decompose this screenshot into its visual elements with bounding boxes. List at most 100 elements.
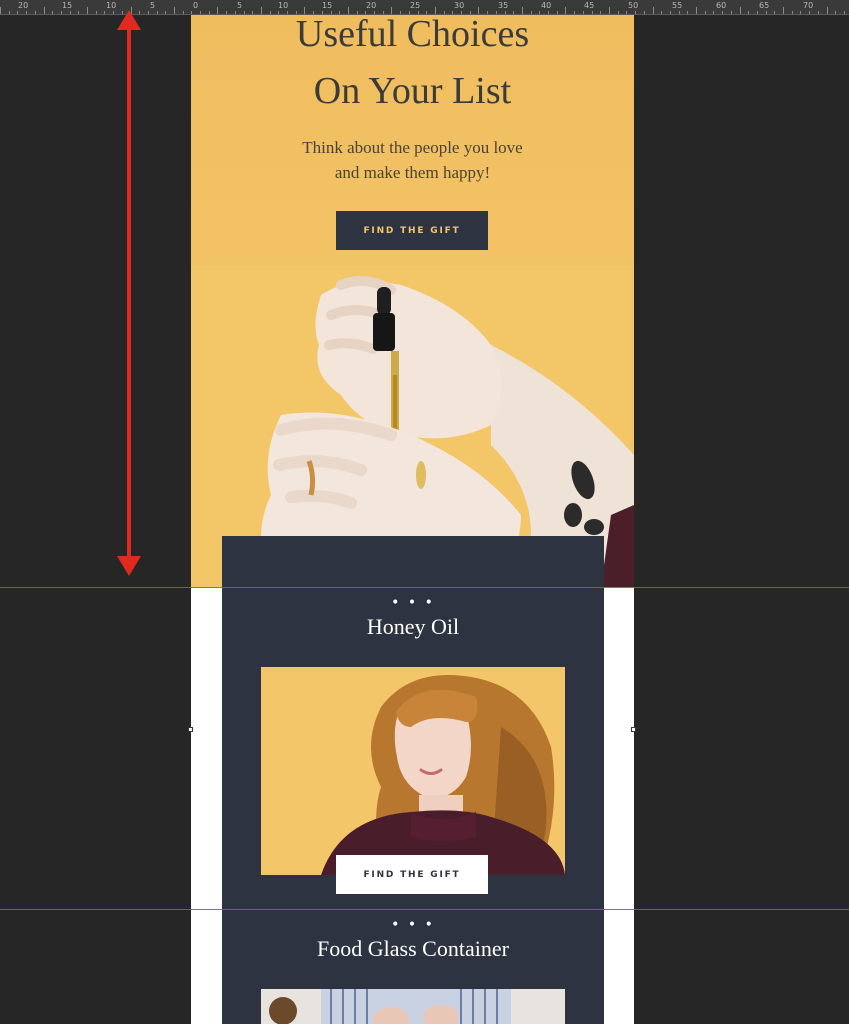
ruler-tick [809, 11, 810, 14]
ruler-tick [783, 7, 784, 14]
honey-oil-product-photo [261, 667, 565, 875]
product-divider-dots: • • • [391, 595, 435, 611]
ruler-tick [418, 11, 419, 14]
ruler-tick [35, 11, 36, 14]
ruler-tick [557, 11, 558, 14]
ruler-tick [78, 11, 79, 14]
ruler-tick [304, 7, 305, 14]
email-canvas[interactable]: Useful Choices On Your List Think about … [191, 15, 634, 1024]
ruler-tick [609, 7, 610, 14]
ruler-tick [400, 11, 401, 14]
ruler-tick [574, 11, 575, 14]
ruler-label: 20 [18, 1, 29, 10]
hero-title-line2: On Your List [313, 70, 512, 112]
ruler-tick [740, 7, 741, 14]
ruler-tick [9, 11, 10, 14]
ruler-label: 70 [803, 1, 814, 10]
ruler-tick [635, 11, 636, 14]
ruler-tick [696, 7, 697, 14]
ruler-label: 50 [628, 1, 639, 10]
ruler-tick [296, 11, 297, 14]
ruler-label: 25 [410, 1, 421, 10]
ruler-tick [592, 11, 593, 14]
ruler-label: 5 [150, 1, 156, 10]
ruler-tick [818, 11, 819, 14]
ruler-tick [17, 11, 18, 14]
ruler-tick [774, 11, 775, 14]
ruler-tick [487, 11, 488, 14]
hero-subtitle-line2: and make them happy! [334, 163, 491, 182]
ruler-label: 55 [672, 1, 683, 10]
resize-handle-left[interactable] [188, 727, 193, 732]
ruler-tick [331, 11, 332, 14]
ruler-tick [87, 7, 88, 14]
ruler-tick [722, 11, 723, 14]
ruler-tick [539, 11, 540, 14]
ruler-tick [339, 11, 340, 14]
horizontal-guide[interactable] [0, 587, 849, 588]
ruler-tick [365, 11, 366, 14]
ruler-tick [565, 7, 566, 14]
ruler-tick [44, 7, 45, 14]
ruler-tick [713, 11, 714, 14]
ruler-tick [61, 11, 62, 14]
ruler-tick [600, 11, 601, 14]
ruler-tick [522, 7, 523, 14]
ruler-tick [270, 11, 271, 14]
ruler-tick [748, 11, 749, 14]
ruler-label: 15 [62, 1, 73, 10]
ruler-tick [626, 11, 627, 14]
ruler-tick [548, 11, 549, 14]
ruler-tick [705, 11, 706, 14]
ruler-tick [827, 7, 828, 14]
ruler-label: 30 [454, 1, 465, 10]
ruler-tick [478, 7, 479, 14]
ruler-tick [209, 11, 210, 14]
ruler-tick [470, 11, 471, 14]
ruler-label: 15 [322, 1, 333, 10]
product-title-honey-oil: Honey Oil [366, 614, 460, 639]
ruler-tick [444, 11, 445, 14]
ruler-tick [766, 11, 767, 14]
ruler-label: 0 [193, 1, 199, 10]
ruler-tick [757, 11, 758, 14]
hero-subtitle-line1: Think about the people you love [302, 138, 523, 157]
ruler-tick [148, 11, 149, 14]
ruler-tick [191, 11, 192, 14]
ruler-label: 65 [759, 1, 770, 10]
ruler-tick [409, 11, 410, 14]
ruler-tick [165, 11, 166, 14]
ruler-tick [235, 11, 236, 14]
resize-handle-right[interactable] [631, 727, 636, 732]
ruler-tick [583, 11, 584, 14]
ruler-tick [200, 11, 201, 14]
ruler-label: 20 [366, 1, 377, 10]
ruler-tick [157, 11, 158, 14]
ruler-tick [226, 11, 227, 14]
ruler-tick [174, 7, 175, 14]
ruler-tick [52, 11, 53, 14]
ruler-tick [391, 7, 392, 14]
ruler-label: 40 [541, 1, 552, 10]
ruler-label: 5 [237, 1, 243, 10]
ruler-tick [661, 11, 662, 14]
ruler-tick [0, 7, 1, 14]
product-find-gift-button[interactable]: FIND THE GIFT [336, 855, 488, 894]
ruler-tick [183, 11, 184, 14]
ruler-tick [322, 11, 323, 14]
food-glass-container-photo [261, 989, 565, 1024]
ruler-tick [792, 11, 793, 14]
ruler-tick [844, 11, 845, 14]
ruler-tick [383, 11, 384, 14]
ruler-tick [348, 7, 349, 14]
ruler-tick [461, 11, 462, 14]
ruler-tick [96, 11, 97, 14]
ruler-tick [70, 11, 71, 14]
ruler-label: 35 [498, 1, 509, 10]
ruler-tick [252, 11, 253, 14]
hero-section: Useful Choices On Your List Think about … [191, 15, 634, 587]
hero-find-gift-button[interactable]: FIND THE GIFT [336, 211, 488, 250]
ruler-tick [104, 11, 105, 14]
horizontal-guide[interactable] [0, 909, 849, 910]
ruler-label: 45 [584, 1, 595, 10]
